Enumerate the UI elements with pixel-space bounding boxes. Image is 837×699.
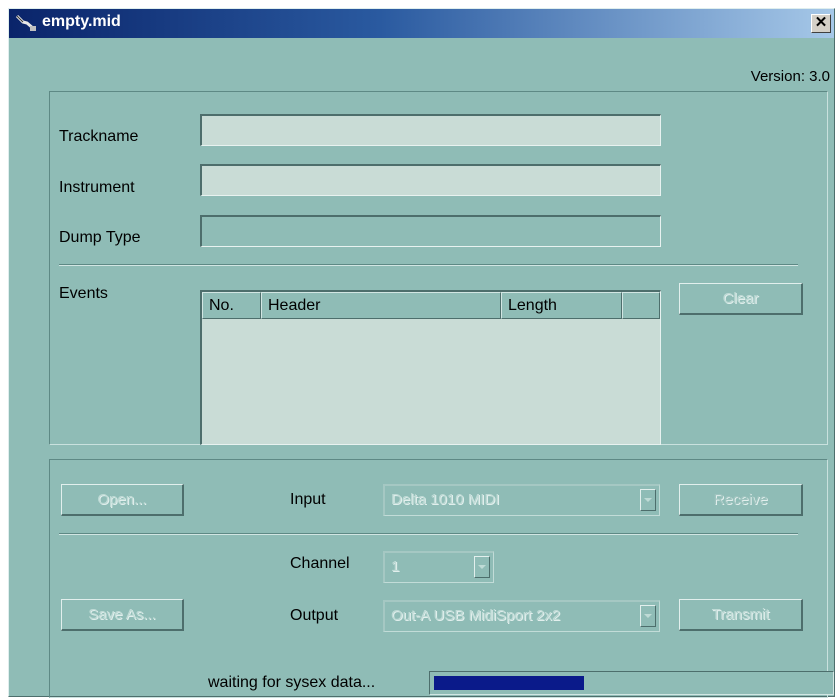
column-header-filler xyxy=(622,292,660,319)
chevron-down-icon[interactable] xyxy=(640,605,656,627)
column-header-no[interactable]: No. xyxy=(202,292,261,319)
receive-button[interactable]: Receive xyxy=(679,484,803,516)
instrument-field[interactable] xyxy=(200,164,661,196)
dump-type-label: Dump Type xyxy=(59,229,141,246)
column-header-length[interactable]: Length xyxy=(501,292,622,319)
version-label: Version: 3.0 xyxy=(750,68,830,85)
midi-cable-icon xyxy=(15,14,37,32)
channel-label: Channel xyxy=(290,555,350,572)
window-title: empty.mid xyxy=(42,13,121,30)
events-list-header: No. Header Length xyxy=(202,292,660,319)
title-bar[interactable]: empty.mid ✕ xyxy=(9,9,834,38)
close-icon: ✕ xyxy=(814,14,828,31)
trackname-field[interactable] xyxy=(200,114,661,146)
close-button[interactable]: ✕ xyxy=(811,14,831,33)
output-label: Output xyxy=(290,607,339,624)
save-as-button[interactable]: Save As... xyxy=(61,599,184,631)
transmit-button[interactable]: Transmit xyxy=(679,599,803,631)
divider xyxy=(59,533,798,535)
chevron-down-icon[interactable] xyxy=(640,489,656,511)
column-header-header[interactable]: Header xyxy=(261,292,501,319)
input-device-select[interactable]: Delta 1010 MIDI xyxy=(383,484,660,516)
output-device-select[interactable]: Out-A USB MidiSport 2x2 xyxy=(383,600,660,632)
progress-bar xyxy=(429,671,834,695)
events-label: Events xyxy=(59,285,108,302)
open-button[interactable]: Open... xyxy=(61,484,184,516)
chevron-down-icon[interactable] xyxy=(474,556,490,578)
output-device-value: Out-A USB MidiSport 2x2 xyxy=(391,607,561,624)
events-list[interactable]: No. Header Length xyxy=(200,290,661,445)
channel-value: 1 xyxy=(391,558,400,575)
clear-button[interactable]: Clear xyxy=(679,283,803,315)
progress-fill xyxy=(434,676,584,690)
input-device-value: Delta 1010 MIDI xyxy=(391,491,500,508)
dump-type-field xyxy=(200,215,661,247)
channel-select[interactable]: 1 xyxy=(383,551,494,583)
trackname-label: Trackname xyxy=(59,128,139,145)
input-label: Input xyxy=(290,491,326,508)
divider xyxy=(59,264,798,266)
main-window: empty.mid ✕ Version: 3.0 Trackname Instr… xyxy=(8,8,835,698)
instrument-label: Instrument xyxy=(59,179,135,196)
status-text: waiting for sysex data... xyxy=(208,674,376,691)
